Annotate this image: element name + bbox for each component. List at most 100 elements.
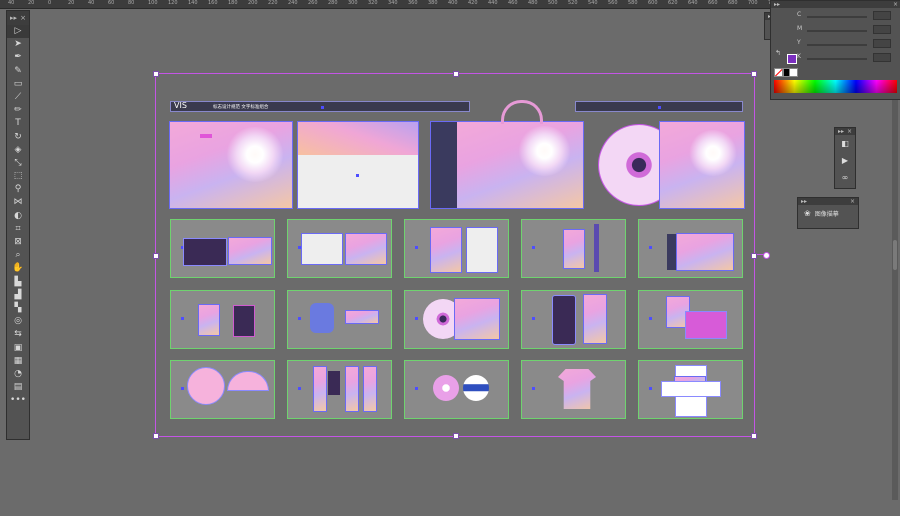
channel-value-field[interactable] [873, 25, 891, 34]
rectangle-tool-icon[interactable]: ▭ [7, 78, 29, 91]
mockup-cell-bag[interactable] [638, 219, 743, 278]
fill-stroke-icon[interactable]: ▣ [7, 342, 29, 355]
mockup-cell-phones[interactable] [521, 290, 626, 349]
rotate-handle[interactable] [763, 252, 770, 259]
close-icon[interactable]: × [20, 14, 26, 22]
selection-tool-icon[interactable]: ▷ [7, 25, 29, 39]
collapse-icon[interactable]: ▸▸ [774, 1, 780, 8]
banner-4 [363, 366, 377, 412]
resize-handle-bl[interactable] [153, 433, 159, 439]
channel-slider[interactable] [807, 44, 867, 46]
color-mode-icon[interactable]: ▦ [7, 355, 29, 368]
mockup-cell-phone[interactable] [521, 219, 626, 278]
none-swatch[interactable] [774, 68, 783, 77]
ruler-tick-label: 60 [108, 0, 115, 6]
channel-value-field[interactable] [873, 39, 891, 48]
free-transform-tool-icon[interactable]: ⬚ [7, 170, 29, 183]
fill-swatch[interactable] [787, 54, 797, 64]
channel-slider[interactable] [807, 16, 867, 18]
direct-selection-tool-icon[interactable]: ➤ [7, 38, 29, 51]
slice-tool-icon[interactable]: ⊠ [7, 236, 29, 249]
mockup-cell-envelope[interactable] [287, 219, 392, 278]
mockup-cell-cups[interactable] [170, 290, 275, 349]
resize-handle-tr[interactable] [751, 71, 757, 77]
draw-mode-icon[interactable]: ◔ [7, 368, 29, 381]
blend-tool-icon[interactable]: ⋈ [7, 196, 29, 209]
mockup-cell-banners[interactable] [287, 360, 392, 419]
gradient-tool-icon[interactable]: ▚ [7, 302, 29, 315]
color-spectrum[interactable] [774, 80, 897, 93]
hand-tool-icon[interactable]: ✋ [7, 262, 29, 275]
resize-handle-tl[interactable] [153, 71, 159, 77]
ruler-tick-label: 360 [408, 0, 418, 6]
anchor-point [356, 174, 359, 177]
header-bar-right[interactable] [575, 101, 743, 112]
poster-mockup[interactable] [169, 121, 293, 209]
color-panel-header[interactable]: ▸▸ × [771, 1, 900, 8]
mockup-cell-box[interactable] [638, 290, 743, 349]
tools-panel-header[interactable]: ▸▸ × [7, 11, 29, 25]
eyedropper-tool-icon[interactable]: ⚲ [7, 183, 29, 196]
image-trace-button[interactable]: ❀ 图像描摹 [798, 205, 858, 222]
collapse-icon[interactable]: ▸▸ [838, 128, 844, 135]
channel-value-field[interactable] [873, 53, 891, 62]
type-tool-icon[interactable]: T [7, 117, 29, 130]
trace-panel-header[interactable]: ▸▸ × [798, 198, 858, 205]
badge-blue [463, 375, 489, 401]
logo-mark [200, 134, 212, 138]
collapse-icon[interactable]: ▸▸ [10, 14, 17, 22]
collapse-icon[interactable]: ▸▸ [801, 198, 807, 205]
mockup-cell-umbrella[interactable] [170, 360, 275, 419]
rotate-tool-icon[interactable]: ↻ [7, 131, 29, 144]
envelope-mockup[interactable] [297, 121, 419, 209]
screen-mode-icon[interactable]: ▤ [7, 381, 29, 394]
mockup-cell-cd[interactable] [404, 290, 509, 349]
ruler-tick-label: 660 [708, 0, 718, 6]
mesh-tool-icon[interactable]: ▟ [7, 289, 29, 302]
more-tools-icon[interactable]: ••• [7, 394, 29, 407]
gradient-panel-icon[interactable]: ◧ [835, 135, 855, 152]
pencil-tool-icon[interactable]: ✏ [7, 104, 29, 117]
swap-fill-stroke-icon[interactable]: ⇆ [7, 328, 29, 341]
column-graph-tool-icon[interactable]: ▙ [7, 276, 29, 289]
channel-slider[interactable] [807, 30, 867, 32]
mockup-cell-tshirt[interactable] [521, 360, 626, 419]
close-icon[interactable]: × [847, 128, 852, 135]
mockup-cell-folder[interactable] [404, 219, 509, 278]
mockup-cell-cd2[interactable] [404, 360, 509, 419]
vertical-scrollbar[interactable] [892, 100, 898, 500]
swap-icon[interactable]: ↰ [775, 49, 781, 57]
horizontal-ruler[interactable]: 40 20 0 20 40 60 80 100 120 140 160 180 200 220 240 260… [0, 0, 900, 9]
folder-mockup[interactable] [430, 100, 584, 209]
scale-tool-icon[interactable]: ⤡ [7, 157, 29, 170]
link-icon[interactable]: ∞ [835, 169, 855, 186]
zoom-tool-icon[interactable]: ⌕ [7, 249, 29, 262]
artboard[interactable]: VIS 标志设计规范 文字标准组合 [153, 71, 757, 439]
curvature-tool-icon[interactable]: ✎ [7, 65, 29, 78]
eraser-tool-icon[interactable]: ◈ [7, 144, 29, 157]
white-swatch[interactable] [789, 68, 798, 77]
paintbrush-tool-icon[interactable]: ⟋ [7, 91, 29, 104]
resize-handle-l[interactable] [153, 253, 159, 259]
resize-handle-t[interactable] [453, 71, 459, 77]
symbol-sprayer-tool-icon[interactable]: ◎ [7, 315, 29, 328]
artboard-tool-icon[interactable]: ⌗ [7, 223, 29, 236]
mockup-cell-dieline[interactable] [638, 360, 743, 419]
header-bar-left[interactable]: VIS 标志设计规范 文字标准组合 [170, 101, 470, 112]
resize-handle-b[interactable] [453, 433, 459, 439]
close-icon[interactable]: × [850, 198, 855, 205]
scrollbar-thumb[interactable] [893, 240, 897, 270]
channel-slider[interactable] [807, 58, 867, 60]
play-icon[interactable]: ▶ [835, 152, 855, 169]
bag-side [667, 234, 677, 270]
mockup-cell-card[interactable] [170, 219, 275, 278]
side-panel-header[interactable]: ▸▸ × [835, 128, 855, 135]
shape-builder-tool-icon[interactable]: ◐ [7, 210, 29, 223]
close-icon[interactable]: × [893, 1, 898, 8]
resize-handle-br[interactable] [751, 433, 757, 439]
channel-value-field[interactable] [873, 11, 891, 20]
tote-bag [676, 233, 734, 271]
mockup-cell-mascot[interactable] [287, 290, 392, 349]
cd-sleeve[interactable] [659, 121, 745, 209]
pen-tool-icon[interactable]: ✒ [7, 51, 29, 64]
